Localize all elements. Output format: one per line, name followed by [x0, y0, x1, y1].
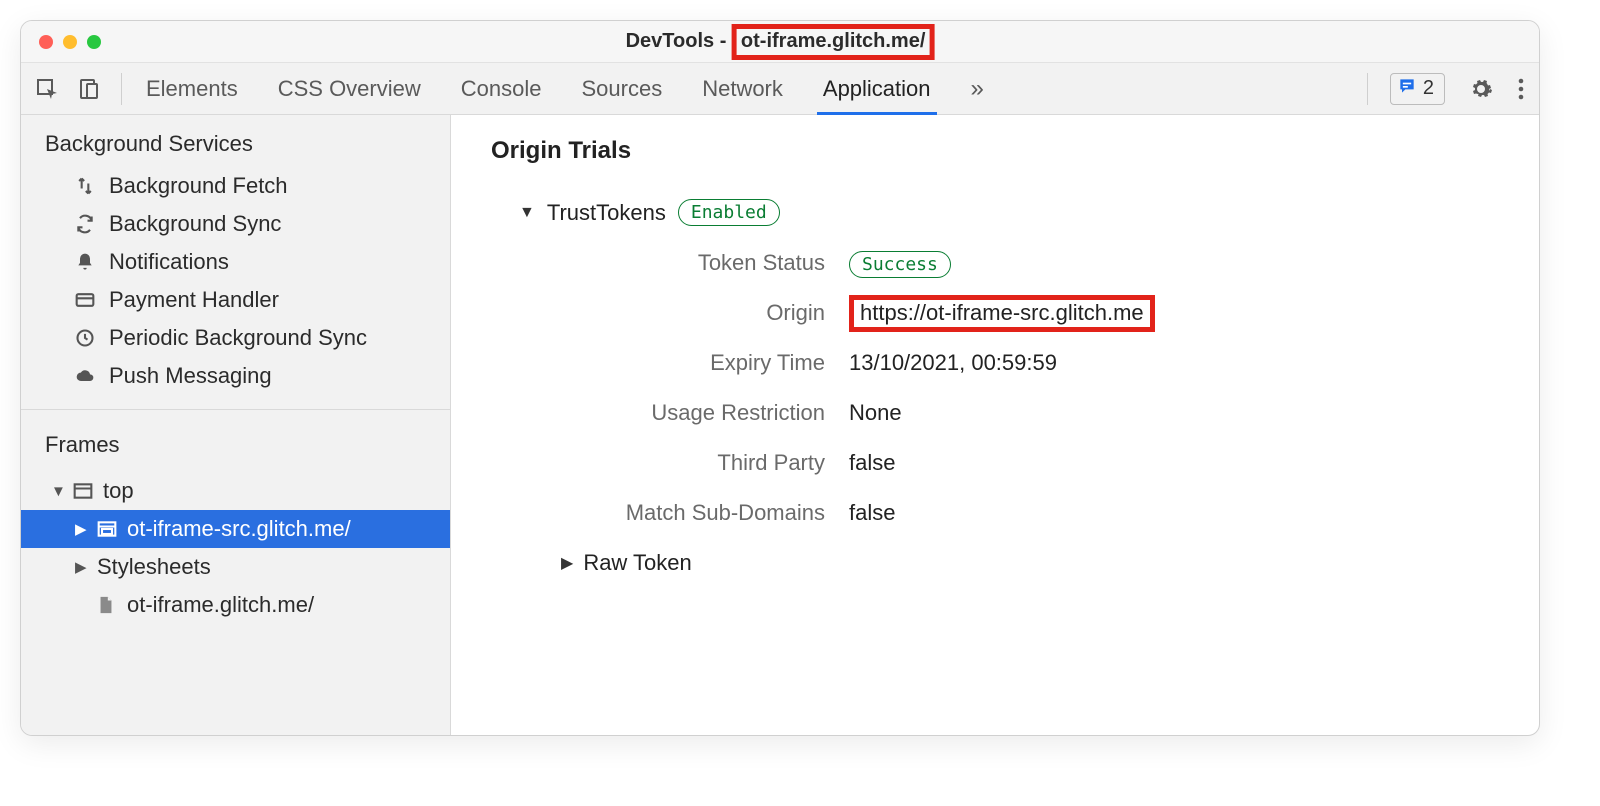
thirdparty-value: false	[849, 450, 895, 476]
origin-trials-heading: Origin Trials	[491, 137, 1499, 165]
usage-label: Usage Restriction	[519, 400, 849, 426]
tab-elements[interactable]: Elements	[146, 63, 238, 114]
thirdparty-label: Third Party	[519, 450, 849, 476]
window-title: DevTools - ot-iframe.glitch.me/	[626, 24, 935, 60]
updown-icon	[73, 176, 97, 196]
traffic-lights	[21, 35, 101, 49]
disclosure-right-icon[interactable]: ▶	[75, 558, 89, 576]
kv-token-status: Token Status Success	[519, 250, 1499, 276]
trial-status-pill: Enabled	[678, 199, 780, 226]
expiry-label: Expiry Time	[519, 350, 849, 376]
window-title-sep: -	[714, 30, 732, 53]
tab-network[interactable]: Network	[702, 63, 783, 114]
expiry-value: 13/10/2021, 00:59:59	[849, 350, 1057, 376]
kv-usage: Usage Restriction None	[519, 400, 1499, 426]
window-minimize-button[interactable]	[63, 35, 77, 49]
main-split: Background Services Background Fetch Bac…	[21, 115, 1539, 735]
window-maximize-button[interactable]	[87, 35, 101, 49]
frames-heading: Frames	[21, 420, 450, 468]
sync-icon	[73, 214, 97, 234]
sidebar-item-periodic-sync[interactable]: Periodic Background Sync	[21, 319, 450, 357]
bg-services-heading: Background Services	[21, 115, 450, 167]
sidebar-item-payment-handler[interactable]: Payment Handler	[21, 281, 450, 319]
device-toggle-icon[interactable]	[77, 77, 101, 101]
tab-application[interactable]: Application	[823, 63, 931, 114]
frame-label: ot-iframe.glitch.me/	[127, 592, 314, 618]
kv-matchsub: Match Sub-Domains false	[519, 500, 1499, 526]
raw-token-label: Raw Token	[583, 550, 691, 576]
sidebar-item-label: Push Messaging	[109, 363, 272, 389]
tab-sources[interactable]: Sources	[581, 63, 662, 114]
bell-icon	[73, 252, 97, 272]
frame-label: top	[103, 478, 134, 504]
panel-tabs: Elements CSS Overview Console Sources Ne…	[146, 63, 984, 114]
messages-count: 2	[1423, 77, 1434, 100]
window-icon	[73, 482, 95, 500]
toolbar: Elements CSS Overview Console Sources Ne…	[21, 63, 1539, 115]
window-title-app: DevTools	[626, 30, 715, 53]
kebab-menu-icon[interactable]	[1517, 77, 1525, 101]
origin-value-highlight: https://ot-iframe-src.glitch.me	[849, 295, 1155, 332]
sidebar-item-bg-fetch[interactable]: Background Fetch	[21, 167, 450, 205]
frames-tree: ▼ top ▶ ot-iframe-src.glitch.me/ ▶ Style…	[21, 468, 450, 642]
settings-gear-icon[interactable]	[1469, 77, 1493, 101]
frame-document[interactable]: ▶ ot-iframe.glitch.me/	[21, 586, 450, 624]
token-status-pill: Success	[849, 251, 951, 278]
trial-name: TrustTokens	[547, 200, 666, 226]
frame-label: Stylesheets	[97, 554, 211, 580]
matchsub-value: false	[849, 500, 895, 526]
disclosure-down-icon[interactable]: ▼	[519, 204, 535, 222]
toolbar-right-controls: 2	[1367, 73, 1525, 105]
card-icon	[73, 290, 97, 310]
document-icon	[97, 595, 119, 615]
sidebar-item-push-messaging[interactable]: Push Messaging	[21, 357, 450, 395]
trial-row[interactable]: ▼ TrustTokens Enabled	[519, 199, 1499, 226]
content-pane: Origin Trials ▼ TrustTokens Enabled Toke…	[451, 115, 1539, 735]
usage-value: None	[849, 400, 902, 426]
disclosure-right-icon[interactable]: ▶	[561, 553, 573, 573]
trial-details: Token Status Success Origin https://ot-i…	[519, 250, 1499, 526]
disclosure-down-icon[interactable]: ▼	[51, 483, 65, 500]
clock-icon	[73, 328, 97, 348]
sidebar: Background Services Background Fetch Bac…	[21, 115, 451, 735]
matchsub-label: Match Sub-Domains	[519, 500, 849, 526]
kv-thirdparty: Third Party false	[519, 450, 1499, 476]
sidebar-item-label: Payment Handler	[109, 287, 279, 313]
sidebar-item-label: Notifications	[109, 249, 229, 275]
window-close-button[interactable]	[39, 35, 53, 49]
kv-origin: Origin https://ot-iframe-src.glitch.me	[519, 300, 1499, 326]
titlebar: DevTools - ot-iframe.glitch.me/	[21, 21, 1539, 63]
console-messages-badge[interactable]: 2	[1390, 73, 1445, 105]
sidebar-item-notifications[interactable]: Notifications	[21, 243, 450, 281]
frame-stylesheets[interactable]: ▶ Stylesheets	[21, 548, 450, 586]
toolbar-left-controls	[35, 73, 122, 105]
cloud-icon	[73, 366, 97, 386]
message-icon	[1397, 76, 1417, 102]
sidebar-item-label: Background Sync	[109, 211, 281, 237]
sidebar-item-label: Background Fetch	[109, 173, 288, 199]
sidebar-item-label: Periodic Background Sync	[109, 325, 367, 351]
frame-top[interactable]: ▼ top	[21, 472, 450, 510]
kv-expiry: Expiry Time 13/10/2021, 00:59:59	[519, 350, 1499, 376]
frame-iframe-selected[interactable]: ▶ ot-iframe-src.glitch.me/	[21, 510, 450, 548]
sidebar-item-bg-sync[interactable]: Background Sync	[21, 205, 450, 243]
devtools-window: DevTools - ot-iframe.glitch.me/ Elements…	[20, 20, 1540, 736]
inspect-element-icon[interactable]	[35, 77, 59, 101]
tab-css-overview[interactable]: CSS Overview	[278, 63, 421, 114]
iframe-icon	[97, 520, 119, 538]
frames-section: Frames ▼ top ▶ ot-iframe-src.glitch.me/ …	[21, 410, 450, 642]
window-title-url-highlight: ot-iframe.glitch.me/	[732, 24, 934, 60]
bg-services-list: Background Fetch Background Sync Notific…	[21, 167, 450, 409]
tabs-overflow-icon[interactable]: »	[971, 63, 984, 114]
disclosure-right-icon[interactable]: ▶	[75, 520, 89, 538]
token-status-label: Token Status	[519, 250, 849, 276]
tab-console[interactable]: Console	[461, 63, 542, 114]
frame-label: ot-iframe-src.glitch.me/	[127, 516, 351, 542]
origin-label: Origin	[519, 300, 849, 326]
raw-token-row[interactable]: ▶ Raw Token	[561, 550, 1499, 576]
